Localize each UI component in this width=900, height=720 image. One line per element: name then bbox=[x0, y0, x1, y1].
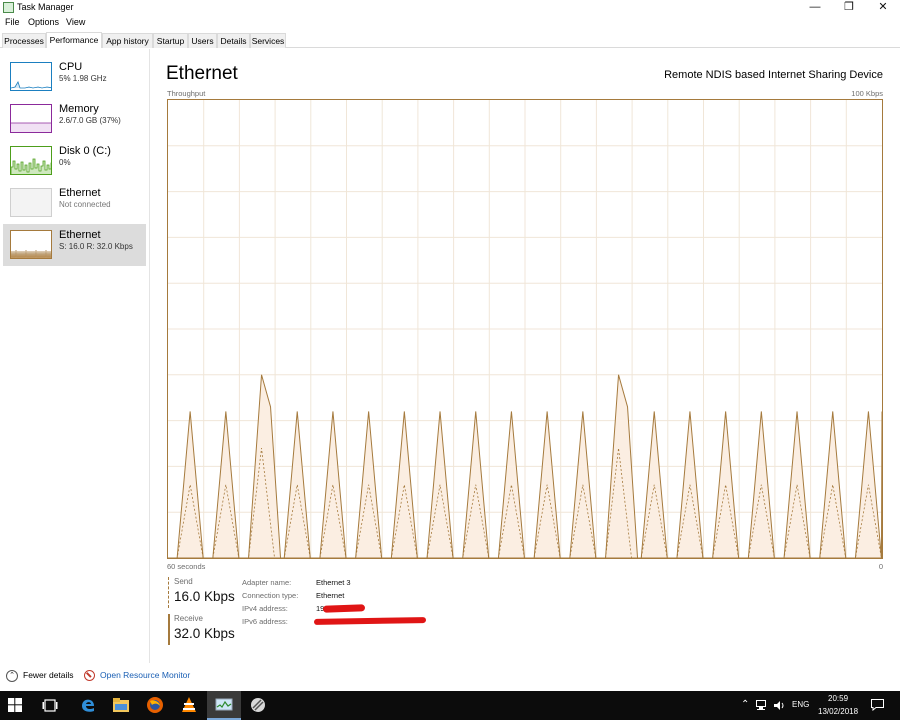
network-icon[interactable] bbox=[756, 700, 769, 711]
resource-monitor-label: Open Resource Monitor bbox=[100, 670, 191, 680]
disk-thumbnail-graph bbox=[10, 146, 52, 175]
satellite-app-icon[interactable] bbox=[249, 696, 267, 714]
receive-value: 32.0 Kbps bbox=[174, 626, 235, 641]
maximize-button[interactable]: ❐ bbox=[832, 0, 866, 16]
language-indicator[interactable]: ENG bbox=[792, 700, 809, 709]
sidebar-item-ethernet-active[interactable]: Ethernet S: 16.0 R: 32.0 Kbps bbox=[3, 224, 146, 266]
fewer-details-button[interactable]: ⌃ Fewer details bbox=[6, 669, 74, 683]
sidebar-item-label: Memory bbox=[59, 103, 99, 115]
chevron-up-icon: ⌃ bbox=[6, 669, 18, 682]
send-value: 16.0 Kbps bbox=[174, 589, 235, 604]
property-value: Ethernet bbox=[316, 591, 345, 600]
sidebar-item-label: Disk 0 (C:) bbox=[59, 145, 111, 157]
fewer-details-label: Fewer details bbox=[23, 670, 74, 680]
windows-start-icon[interactable] bbox=[8, 698, 22, 712]
vlc-icon[interactable] bbox=[180, 696, 198, 714]
file-explorer-icon[interactable] bbox=[112, 696, 130, 714]
performance-sidebar: CPU 5% 1.98 GHz Memory 2.6/7.0 GB (37%) … bbox=[0, 49, 150, 663]
chevron-up-icon[interactable]: ⌃ bbox=[741, 699, 749, 710]
tab-performance[interactable]: Performance bbox=[46, 32, 102, 48]
tab-startup[interactable]: Startup bbox=[153, 33, 188, 48]
sidebar-item-value: 5% 1.98 GHz bbox=[59, 74, 107, 83]
graph-label: Throughput bbox=[167, 89, 206, 98]
sidebar-item-cpu[interactable]: CPU 5% 1.98 GHz bbox=[3, 56, 146, 98]
sidebar-item-ethernet-disconnected[interactable]: Ethernet Not connected bbox=[3, 182, 146, 224]
send-label: Send bbox=[174, 577, 193, 586]
task-view-icon[interactable] bbox=[42, 699, 58, 712]
sidebar-item-label: Ethernet bbox=[59, 229, 101, 241]
receive-stat: Receive 32.0 Kbps bbox=[168, 614, 235, 645]
sidebar-item-disk[interactable]: Disk 0 (C:) 0% bbox=[3, 140, 146, 182]
property-row: Adapter name: Ethernet 3 bbox=[242, 578, 442, 590]
send-stat: Send 16.0 Kbps bbox=[168, 577, 235, 608]
ipv4-redaction bbox=[322, 604, 366, 613]
windows-taskbar: ⌃ ENG 20:59 13/02/2018 bbox=[0, 691, 900, 720]
sidebar-item-label: Ethernet bbox=[59, 187, 101, 199]
page-title: Ethernet bbox=[166, 63, 238, 84]
time-span-label: 60 seconds bbox=[167, 562, 206, 571]
property-key: Adapter name: bbox=[242, 578, 292, 587]
sidebar-item-value: Not connected bbox=[59, 200, 111, 209]
clock-date[interactable]: 13/02/2018 bbox=[818, 707, 858, 716]
menu-view[interactable]: View bbox=[66, 17, 85, 27]
volume-icon[interactable] bbox=[774, 700, 786, 711]
memory-thumbnail-graph bbox=[10, 104, 52, 133]
sidebar-item-label: CPU bbox=[59, 61, 83, 73]
window-title: Task Manager bbox=[17, 2, 74, 12]
title-bar: Task Manager — ❐ ✕ bbox=[0, 0, 900, 16]
action-center-icon[interactable] bbox=[871, 699, 884, 711]
close-button[interactable]: ✕ bbox=[866, 0, 900, 16]
property-key: Connection type: bbox=[242, 591, 299, 600]
receive-label: Receive bbox=[174, 614, 203, 623]
edge-browser-icon[interactable] bbox=[79, 696, 97, 714]
clock-time[interactable]: 20:59 bbox=[828, 694, 848, 703]
sidebar-item-value: 0% bbox=[59, 158, 71, 167]
cpu-thumbnail-graph bbox=[10, 62, 52, 91]
firefox-icon[interactable] bbox=[146, 696, 164, 714]
throughput-graph bbox=[167, 99, 883, 559]
property-value: Ethernet 3 bbox=[316, 578, 351, 587]
property-key: IPv4 address: bbox=[242, 604, 288, 613]
sidebar-item-value: 2.6/7.0 GB (37%) bbox=[59, 116, 121, 125]
ethernet-thumbnail-graph bbox=[10, 188, 52, 217]
property-key: IPv6 address: bbox=[242, 617, 288, 626]
tab-bar: Processes Performance App history Startu… bbox=[0, 32, 900, 48]
sidebar-item-memory[interactable]: Memory 2.6/7.0 GB (37%) bbox=[3, 98, 146, 140]
device-name: Remote NDIS based Internet Sharing Devic… bbox=[664, 69, 883, 81]
footer: ⌃ Fewer details Open Resource Monitor bbox=[0, 663, 900, 691]
throughput-graph-svg bbox=[168, 100, 882, 558]
property-row: Connection type: Ethernet bbox=[242, 591, 442, 603]
graph-max-label: 100 Kbps bbox=[851, 89, 883, 98]
ethernet-detail-panel: Ethernet Remote NDIS based Internet Shar… bbox=[150, 49, 900, 663]
minimize-button[interactable]: — bbox=[798, 0, 832, 16]
menu-file[interactable]: File bbox=[5, 17, 20, 27]
graph-zero-label: 0 bbox=[878, 562, 883, 571]
open-resource-monitor-link[interactable]: Open Resource Monitor bbox=[84, 669, 190, 683]
tab-app-history[interactable]: App history bbox=[102, 33, 153, 48]
tab-processes[interactable]: Processes bbox=[2, 33, 46, 48]
task-manager-icon bbox=[3, 2, 14, 13]
sidebar-item-value: S: 16.0 R: 32.0 Kbps bbox=[59, 242, 133, 251]
tab-services[interactable]: Services bbox=[250, 33, 286, 48]
tab-details[interactable]: Details bbox=[217, 33, 250, 48]
resource-monitor-icon bbox=[84, 670, 95, 682]
tab-users[interactable]: Users bbox=[188, 33, 217, 48]
ethernet-thumbnail-graph bbox=[10, 230, 52, 259]
menu-options[interactable]: Options bbox=[28, 17, 59, 27]
task-manager-icon bbox=[215, 698, 233, 711]
